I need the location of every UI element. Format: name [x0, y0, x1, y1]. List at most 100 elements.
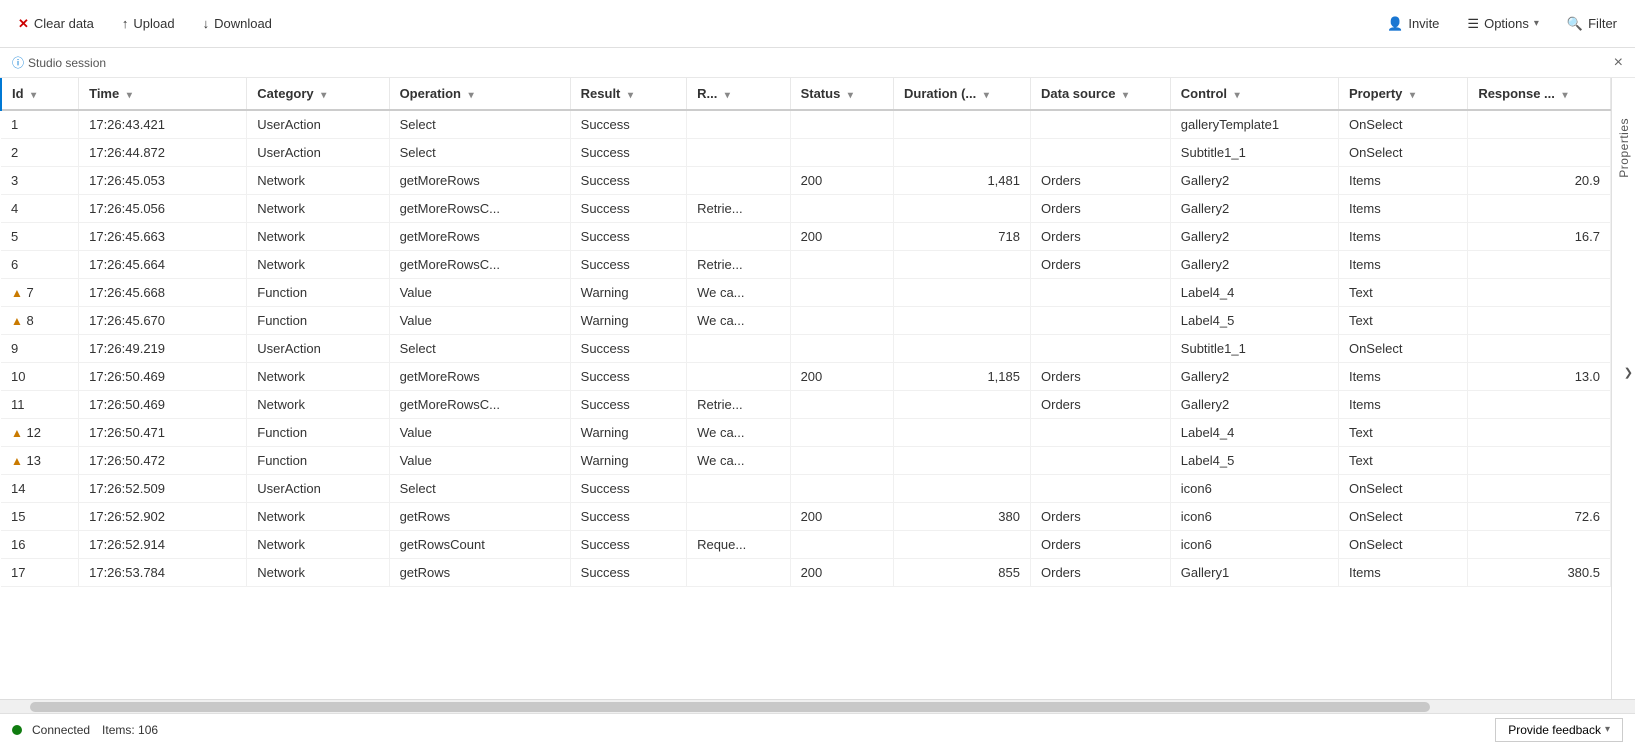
properties-panel[interactable]: Properties ❯ [1611, 78, 1635, 699]
cell-r: Retrie... [687, 251, 790, 279]
table-row[interactable]: 6 17:26:45.664 Network getMoreRowsC... S… [1, 251, 1611, 279]
cell-time: 17:26:50.471 [79, 419, 247, 447]
cell-time: 17:26:44.872 [79, 139, 247, 167]
cell-status [790, 251, 893, 279]
cell-control: Label4_4 [1170, 279, 1338, 307]
cell-response [1468, 195, 1611, 223]
horizontal-scrollbar[interactable] [0, 699, 1635, 713]
scroll-thumb[interactable] [30, 702, 1430, 712]
table-row[interactable]: ▲ 13 17:26:50.472 Function Value Warning… [1, 447, 1611, 475]
col-header-operation[interactable]: Operation ▾ [389, 78, 570, 110]
cell-category: Function [247, 447, 389, 475]
table-row[interactable]: 15 17:26:52.902 Network getRows Success … [1, 503, 1611, 531]
table-row[interactable]: ▲ 7 17:26:45.668 Function Value Warning … [1, 279, 1611, 307]
filter-icon: 🔍 [1567, 16, 1583, 32]
cell-control: icon6 [1170, 531, 1338, 559]
upload-button[interactable]: ↑ Upload [116, 12, 181, 35]
main-area: Id ▾ Time ▾ Category ▾ Operation ▾ Resul… [0, 78, 1635, 699]
cell-operation: getRowsCount [389, 531, 570, 559]
cell-duration [894, 279, 1031, 307]
table-row[interactable]: 11 17:26:50.469 Network getMoreRowsC... … [1, 391, 1611, 419]
cell-time: 17:26:53.784 [79, 559, 247, 587]
table-container[interactable]: Id ▾ Time ▾ Category ▾ Operation ▾ Resul… [0, 78, 1611, 699]
table-row[interactable]: 9 17:26:49.219 UserAction Select Success… [1, 335, 1611, 363]
cell-time: 17:26:50.469 [79, 363, 247, 391]
cell-result: Success [570, 251, 686, 279]
sort-icon-time: ▾ [127, 90, 132, 101]
table-row[interactable]: 16 17:26:52.914 Network getRowsCount Suc… [1, 531, 1611, 559]
session-info: ⓘ Studio session [12, 54, 106, 71]
col-header-result[interactable]: Result ▾ [570, 78, 686, 110]
cell-r: We ca... [687, 419, 790, 447]
table-row[interactable]: 17 17:26:53.784 Network getRows Success … [1, 559, 1611, 587]
cell-r [687, 110, 790, 139]
warning-icon: ▲ [11, 286, 23, 300]
session-close-button[interactable]: × [1614, 54, 1623, 72]
cell-status [790, 139, 893, 167]
cell-time: 17:26:49.219 [79, 335, 247, 363]
cell-id: 10 [1, 363, 79, 391]
cell-datasource [1031, 475, 1171, 503]
col-header-datasource[interactable]: Data source ▾ [1031, 78, 1171, 110]
cell-result: Success [570, 559, 686, 587]
cell-datasource: Orders [1031, 531, 1171, 559]
table-row[interactable]: 5 17:26:45.663 Network getMoreRows Succe… [1, 223, 1611, 251]
invite-button[interactable]: 👤 Invite [1381, 12, 1445, 36]
sort-icon-r: ▾ [725, 90, 730, 101]
table-row[interactable]: ▲ 8 17:26:45.670 Function Value Warning … [1, 307, 1611, 335]
clear-data-button[interactable]: ✕ Clear data [12, 12, 100, 36]
col-header-response[interactable]: Response ... ▾ [1468, 78, 1611, 110]
options-icon: ☰ [1467, 16, 1479, 32]
table-row[interactable]: 2 17:26:44.872 UserAction Select Success… [1, 139, 1611, 167]
cell-result: Warning [570, 279, 686, 307]
col-header-status[interactable]: Status ▾ [790, 78, 893, 110]
cell-time: 17:26:52.914 [79, 531, 247, 559]
cell-response [1468, 110, 1611, 139]
provide-feedback-button[interactable]: Provide feedback ▾ [1495, 718, 1623, 742]
col-header-control[interactable]: Control ▾ [1170, 78, 1338, 110]
cell-r: Retrie... [687, 195, 790, 223]
cell-property: OnSelect [1338, 475, 1467, 503]
toolbar: ✕ Clear data ↑ Upload ↓ Download 👤 Invit… [0, 0, 1635, 48]
table-row[interactable]: 1 17:26:43.421 UserAction Select Success… [1, 110, 1611, 139]
cell-response [1468, 447, 1611, 475]
cell-time: 17:26:43.421 [79, 110, 247, 139]
cell-operation: getRows [389, 503, 570, 531]
cell-response: 13.0 [1468, 363, 1611, 391]
cell-result: Success [570, 139, 686, 167]
download-button[interactable]: ↓ Download [197, 12, 278, 35]
options-button[interactable]: ☰ Options ▾ [1461, 12, 1545, 36]
table-row[interactable]: 10 17:26:50.469 Network getMoreRows Succ… [1, 363, 1611, 391]
cell-result: Success [570, 195, 686, 223]
cell-time: 17:26:45.663 [79, 223, 247, 251]
table-row[interactable]: ▲ 12 17:26:50.471 Function Value Warning… [1, 419, 1611, 447]
cell-category: Network [247, 363, 389, 391]
cell-duration [894, 391, 1031, 419]
col-header-property[interactable]: Property ▾ [1338, 78, 1467, 110]
filter-button[interactable]: 🔍 Filter [1561, 12, 1623, 36]
table-body: 1 17:26:43.421 UserAction Select Success… [1, 110, 1611, 587]
cell-response: 16.7 [1468, 223, 1611, 251]
table-row[interactable]: 14 17:26:52.509 UserAction Select Succes… [1, 475, 1611, 503]
cell-property: Items [1338, 223, 1467, 251]
cell-r [687, 475, 790, 503]
items-count: Items: 106 [102, 723, 158, 737]
col-header-id[interactable]: Id ▾ [1, 78, 79, 110]
cell-r [687, 167, 790, 195]
cell-category: Network [247, 167, 389, 195]
cell-operation: getRows [389, 559, 570, 587]
col-header-category[interactable]: Category ▾ [247, 78, 389, 110]
cell-status [790, 110, 893, 139]
col-header-duration[interactable]: Duration (... ▾ [894, 78, 1031, 110]
cell-category: Function [247, 307, 389, 335]
cell-category: Network [247, 559, 389, 587]
clear-icon: ✕ [18, 16, 29, 32]
table-row[interactable]: 4 17:26:45.056 Network getMoreRowsC... S… [1, 195, 1611, 223]
table-row[interactable]: 3 17:26:45.053 Network getMoreRows Succe… [1, 167, 1611, 195]
col-header-r[interactable]: R... ▾ [687, 78, 790, 110]
cell-property: Items [1338, 195, 1467, 223]
col-header-time[interactable]: Time ▾ [79, 78, 247, 110]
cell-response: 20.9 [1468, 167, 1611, 195]
cell-status: 200 [790, 559, 893, 587]
sort-icon-property: ▾ [1410, 90, 1415, 101]
